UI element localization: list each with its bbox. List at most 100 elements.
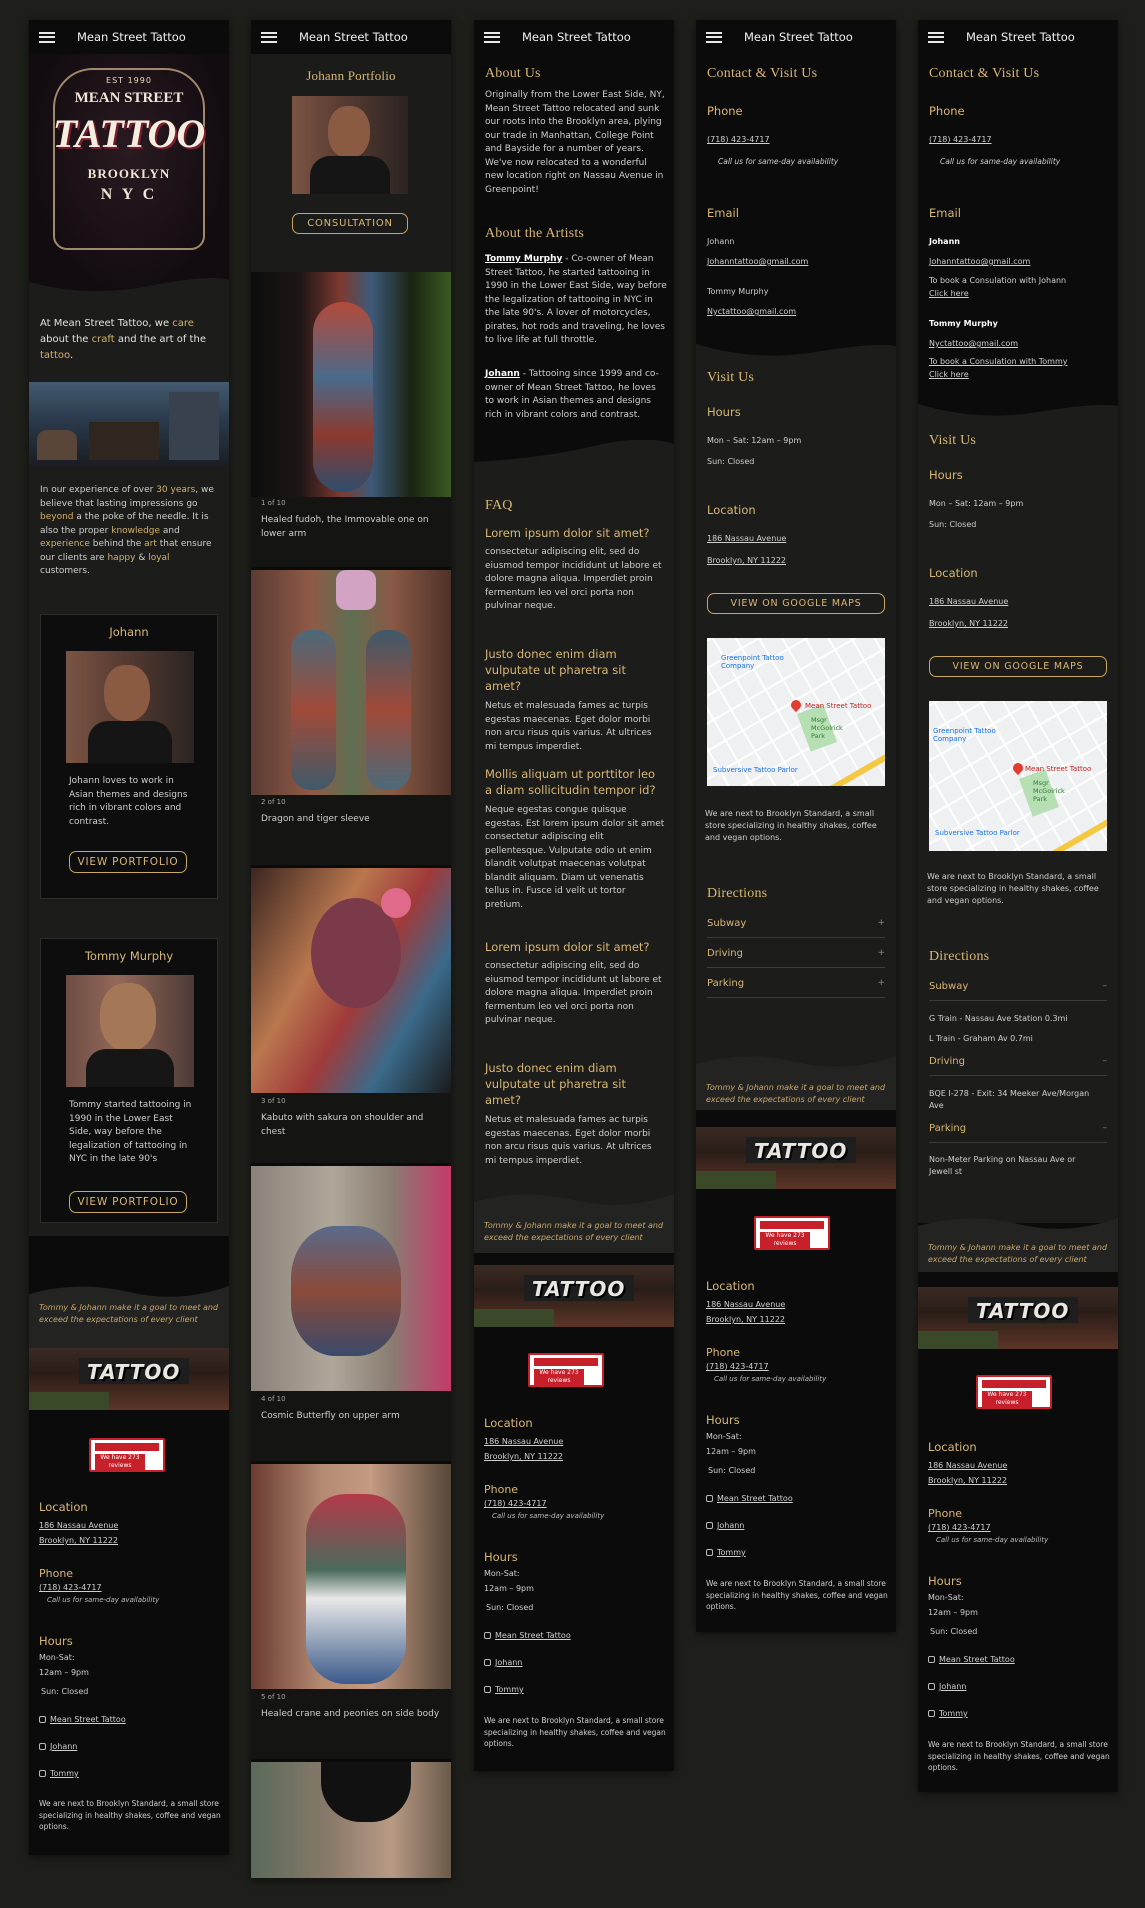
- email-tommy[interactable]: Nyctattoo@gmail.com: [929, 338, 1018, 350]
- tattoo-photo-3[interactable]: [251, 868, 451, 1093]
- hours-line3: Sun: Closed: [930, 1627, 978, 1636]
- artist-card-johann: Johann Johann loves to work in Asian the…: [40, 614, 218, 899]
- instagram-link-tommy[interactable]: Tommy: [484, 1684, 524, 1696]
- accordion-subway[interactable]: Subway –: [929, 981, 1107, 992]
- yelp-badge[interactable]: We have 273 reviews: [528, 1353, 604, 1387]
- google-maps-button[interactable]: VIEW ON GOOGLE MAPS: [929, 656, 1107, 677]
- subway-line1: G Train - Nassau Ave Station 0.3mi: [929, 1014, 1068, 1023]
- phone-link[interactable]: (718) 423-4717: [928, 1522, 991, 1534]
- menu-icon[interactable]: [928, 31, 944, 43]
- minus-icon: –: [1102, 1123, 1108, 1133]
- header-title[interactable]: Mean Street Tattoo: [299, 30, 408, 44]
- view-portfolio-button[interactable]: VIEW PORTFOLIO: [69, 851, 187, 873]
- phone-link[interactable]: (718) 423-4717: [706, 1361, 769, 1373]
- accordion-driving[interactable]: Driving +: [707, 948, 885, 959]
- view-portfolio-button[interactable]: VIEW PORTFOLIO: [69, 1191, 187, 1213]
- faq-question[interactable]: Justo donec enim diam vulputate ut phare…: [485, 1060, 665, 1108]
- hours-title: Hours: [706, 1413, 740, 1427]
- accordion-driving[interactable]: Driving –: [929, 1056, 1107, 1067]
- book-tommy[interactable]: To book a Consulation with Tommy: [929, 356, 1068, 368]
- yelp-badge[interactable]: We have 273 reviews: [89, 1438, 165, 1472]
- tattoo-photo-4[interactable]: [251, 1166, 451, 1391]
- header: Mean Street Tattoo: [696, 20, 896, 54]
- instagram-link-tommy[interactable]: Tommy: [928, 1708, 968, 1720]
- address-line2[interactable]: Brooklyn, NY 11222: [928, 1475, 1007, 1487]
- address-line2[interactable]: Brooklyn, NY 11222: [39, 1535, 118, 1547]
- faq-item[interactable]: Mollis aliquam ut porttitor leo a diam s…: [485, 766, 665, 912]
- phone-title: Phone: [484, 1483, 519, 1496]
- instagram-link-johann[interactable]: Johann: [484, 1657, 522, 1669]
- tattoo-photo-1[interactable]: [251, 272, 451, 497]
- yelp-badge[interactable]: We have 273 reviews: [976, 1375, 1052, 1409]
- phone-link[interactable]: (718) 423-4717: [929, 134, 992, 146]
- artist-bio: Johann loves to work in Asian themes and…: [69, 776, 188, 827]
- instagram-link-shop[interactable]: Mean Street Tattoo: [39, 1714, 126, 1726]
- instagram-link-tommy[interactable]: Tommy: [706, 1547, 746, 1559]
- phone-link[interactable]: (718) 423-4717: [707, 134, 770, 146]
- instagram-link-shop[interactable]: Mean Street Tattoo: [484, 1630, 571, 1642]
- header-title[interactable]: Mean Street Tattoo: [744, 30, 853, 44]
- phone-link[interactable]: (718) 423-4717: [484, 1498, 547, 1510]
- slide-caption: Dragon and tiger sleeve: [261, 814, 370, 824]
- faq-question[interactable]: Lorem ipsum dolor sit amet?: [485, 526, 665, 540]
- faq-item[interactable]: Lorem ipsum dolor sit amet? consectetur …: [485, 940, 665, 1028]
- email-name-johann: Johann: [707, 237, 735, 246]
- menu-icon[interactable]: [484, 31, 500, 43]
- address-line1[interactable]: 186 Nassau Avenue: [484, 1436, 563, 1448]
- address-line2[interactable]: Brooklyn, NY 11222: [706, 1314, 785, 1326]
- address-line1[interactable]: 186 Nassau Avenue: [928, 1460, 1007, 1472]
- hours-title: Hours: [928, 1574, 962, 1588]
- instagram-link-tommy[interactable]: Tommy: [39, 1768, 79, 1780]
- address-line2[interactable]: Brooklyn, NY 11222: [929, 618, 1008, 630]
- menu-icon[interactable]: [39, 31, 55, 43]
- address-line1[interactable]: 186 Nassau Avenue: [39, 1520, 118, 1532]
- instagram-icon: [39, 1743, 46, 1750]
- accordion-subway[interactable]: Subway +: [707, 918, 885, 929]
- book-johann-link[interactable]: Click here: [929, 288, 969, 300]
- google-maps-button[interactable]: VIEW ON GOOGLE MAPS: [707, 593, 885, 614]
- address-line1[interactable]: 186 Nassau Avenue: [929, 596, 1008, 608]
- header-title[interactable]: Mean Street Tattoo: [522, 30, 631, 44]
- accordion-parking[interactable]: Parking –: [929, 1123, 1107, 1134]
- instagram-link-johann[interactable]: Johann: [928, 1681, 966, 1693]
- about-johann: Johann - Tattooing since 1999 and co-own…: [485, 369, 659, 420]
- accordion-parking[interactable]: Parking +: [707, 978, 885, 989]
- phone-link[interactable]: (718) 423-4717: [39, 1582, 102, 1594]
- faq-question[interactable]: Mollis aliquam ut porttitor leo a diam s…: [485, 766, 665, 798]
- tattoo-photo-5[interactable]: [251, 1464, 451, 1689]
- address-line1[interactable]: 186 Nassau Avenue: [706, 1299, 785, 1311]
- location-title: Location: [706, 1279, 755, 1293]
- email-johann[interactable]: Johanntattoo@gmail.com: [707, 256, 808, 268]
- instagram-link-shop[interactable]: Mean Street Tattoo: [706, 1493, 793, 1505]
- address-line2[interactable]: Brooklyn, NY 11222: [707, 555, 786, 567]
- map[interactable]: Greenpoint Tattoo Company Mean Street Ta…: [707, 638, 885, 786]
- directions-title: Directions: [929, 949, 990, 964]
- address-line2[interactable]: Brooklyn, NY 11222: [484, 1451, 563, 1463]
- address-line1[interactable]: 186 Nassau Avenue: [707, 533, 786, 545]
- faq-item[interactable]: Justo donec enim diam vulputate ut phare…: [485, 646, 665, 754]
- menu-icon[interactable]: [706, 31, 722, 43]
- faq-question[interactable]: Justo donec enim diam vulputate ut phare…: [485, 646, 665, 694]
- yelp-badge[interactable]: We have 273 reviews: [754, 1216, 830, 1250]
- tattoo-photo-6[interactable]: [251, 1762, 451, 1878]
- logo-line2: TATTOO: [52, 111, 206, 156]
- faq-question[interactable]: Lorem ipsum dolor sit amet?: [485, 940, 665, 954]
- email-tommy[interactable]: Nyctattoo@gmail.com: [707, 306, 796, 318]
- header-title[interactable]: Mean Street Tattoo: [966, 30, 1075, 44]
- faq-item[interactable]: Lorem ipsum dolor sit amet? consectetur …: [485, 526, 665, 614]
- tattoo-photo-2[interactable]: [251, 570, 451, 795]
- instagram-link-johann[interactable]: Johann: [39, 1741, 77, 1753]
- book-tommy-link[interactable]: Click here: [929, 369, 969, 381]
- instagram-icon: [484, 1686, 491, 1693]
- instagram-link-shop[interactable]: Mean Street Tattoo: [928, 1654, 1015, 1666]
- instagram-link-johann[interactable]: Johann: [706, 1520, 744, 1532]
- consultation-button[interactable]: CONSULTATION: [292, 213, 408, 234]
- faq-item[interactable]: Justo donec enim diam vulputate ut phare…: [485, 1060, 665, 1168]
- slide-count: 3 of 10: [261, 1097, 286, 1105]
- email-johann[interactable]: Johanntattoo@gmail.com: [929, 256, 1030, 268]
- header-title[interactable]: Mean Street Tattoo: [77, 30, 186, 44]
- phone-title: Phone: [707, 104, 743, 118]
- screen-contact-expanded: Mean Street Tattoo Contact & Visit Us Ph…: [918, 20, 1118, 1792]
- map[interactable]: Greenpoint Tattoo Company Mean Street Ta…: [929, 701, 1107, 851]
- menu-icon[interactable]: [261, 31, 277, 43]
